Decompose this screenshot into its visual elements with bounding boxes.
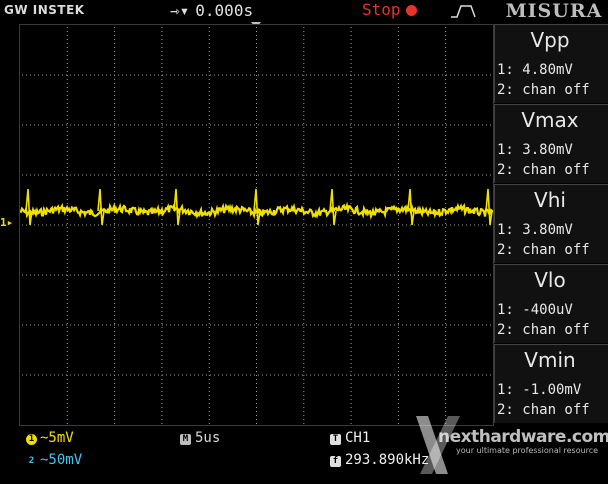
- trigger-source[interactable]: T CH1: [330, 430, 370, 446]
- chevron-down-icon: ▾: [179, 1, 190, 20]
- measure-title: MISURA: [505, 0, 603, 22]
- stop-indicator-icon: [405, 5, 417, 16]
- trace-spike: [407, 188, 415, 226]
- watermark: nexthardware.com your ultimate professio…: [400, 416, 608, 482]
- measure-name: Vlo: [534, 268, 566, 292]
- ch2-scale[interactable]: 2 ~50mV: [26, 452, 82, 468]
- ch1-scale-value: ~5mV: [40, 430, 74, 446]
- trace-spike: [25, 188, 33, 226]
- watermark-tagline: your ultimate professional resource: [456, 446, 599, 455]
- measure-ch2-value: 2: chan off: [497, 162, 590, 178]
- trigger-delay[interactable]: ⇾▾ 0.000s: [170, 1, 253, 20]
- watermark-text: nexthardware.com: [438, 427, 608, 447]
- trace-spike: [173, 188, 181, 226]
- measure-name: Vpp: [530, 28, 570, 52]
- trigger-badge-icon: T: [330, 434, 341, 445]
- ch1-scale[interactable]: 1 ~5mV: [26, 430, 74, 446]
- status-bar: GW INSTEK ⇾▾ 0.000s Stop MISURA: [0, 0, 608, 22]
- trigger-source-value: CH1: [345, 430, 371, 446]
- timebase[interactable]: M 5us: [180, 430, 220, 446]
- trace-spike: [485, 188, 493, 226]
- run-stop-label: Stop: [362, 0, 401, 19]
- trigger-delay-icon: ⇾: [170, 1, 180, 20]
- measure-ch1-value: 1: 3.80mV: [497, 222, 573, 238]
- ch2-badge-icon: 2: [28, 456, 35, 466]
- measure-ch2-value: 2: chan off: [497, 242, 590, 258]
- timebase-badge-icon: M: [180, 434, 191, 445]
- brand-logo: GW INSTEK: [4, 3, 85, 17]
- waveform-display[interactable]: [19, 24, 494, 426]
- run-stop-status[interactable]: Stop: [362, 0, 417, 19]
- ch2-scale-value: ~50mV: [40, 452, 83, 468]
- measure-item-vlo[interactable]: Vlo 1: -400uV 2: chan off: [494, 264, 608, 343]
- measure-ch2-value: 2: chan off: [497, 82, 590, 98]
- measure-ch1-value: 1: 4.80mV: [497, 62, 573, 78]
- measure-item-vpp[interactable]: Vpp 1: 4.80mV 2: chan off: [494, 24, 608, 103]
- ch1-ground-marker[interactable]: 1▸: [0, 216, 13, 229]
- measure-ch1-value: 1: -1.00mV: [497, 382, 582, 398]
- measure-name: Vhi: [534, 188, 566, 212]
- measure-ch2-value: 2: chan off: [497, 322, 590, 338]
- measure-ch1-value: 1: 3.80mV: [497, 142, 573, 158]
- measure-item-vmin[interactable]: Vmin 1: -1.00mV 2: chan off: [494, 344, 608, 423]
- trigger-edge-icon: [451, 5, 476, 18]
- timebase-value: 5us: [195, 430, 221, 446]
- measure-item-vhi[interactable]: Vhi 1: 3.80mV 2: chan off: [494, 184, 608, 263]
- trace-spike: [97, 188, 105, 226]
- graticule: [20, 27, 493, 424]
- trace-spike: [329, 188, 337, 226]
- measure-ch2-value: 2: chan off: [497, 402, 590, 418]
- measure-name: Vmin: [524, 348, 576, 372]
- measure-item-vmax[interactable]: Vmax 1: 3.80mV 2: chan off: [494, 104, 608, 183]
- trace-spike: [253, 188, 261, 226]
- frequency-badge-icon: f: [330, 456, 341, 467]
- ch1-badge-icon: 1: [26, 434, 37, 445]
- measurement-panel: Vpp 1: 4.80mV 2: chan off Vmax 1: 3.80mV…: [494, 24, 608, 424]
- measure-name: Vmax: [521, 108, 579, 132]
- measure-ch1-value: 1: -400uV: [497, 302, 573, 318]
- trigger-delay-value: 0.000s: [195, 1, 254, 20]
